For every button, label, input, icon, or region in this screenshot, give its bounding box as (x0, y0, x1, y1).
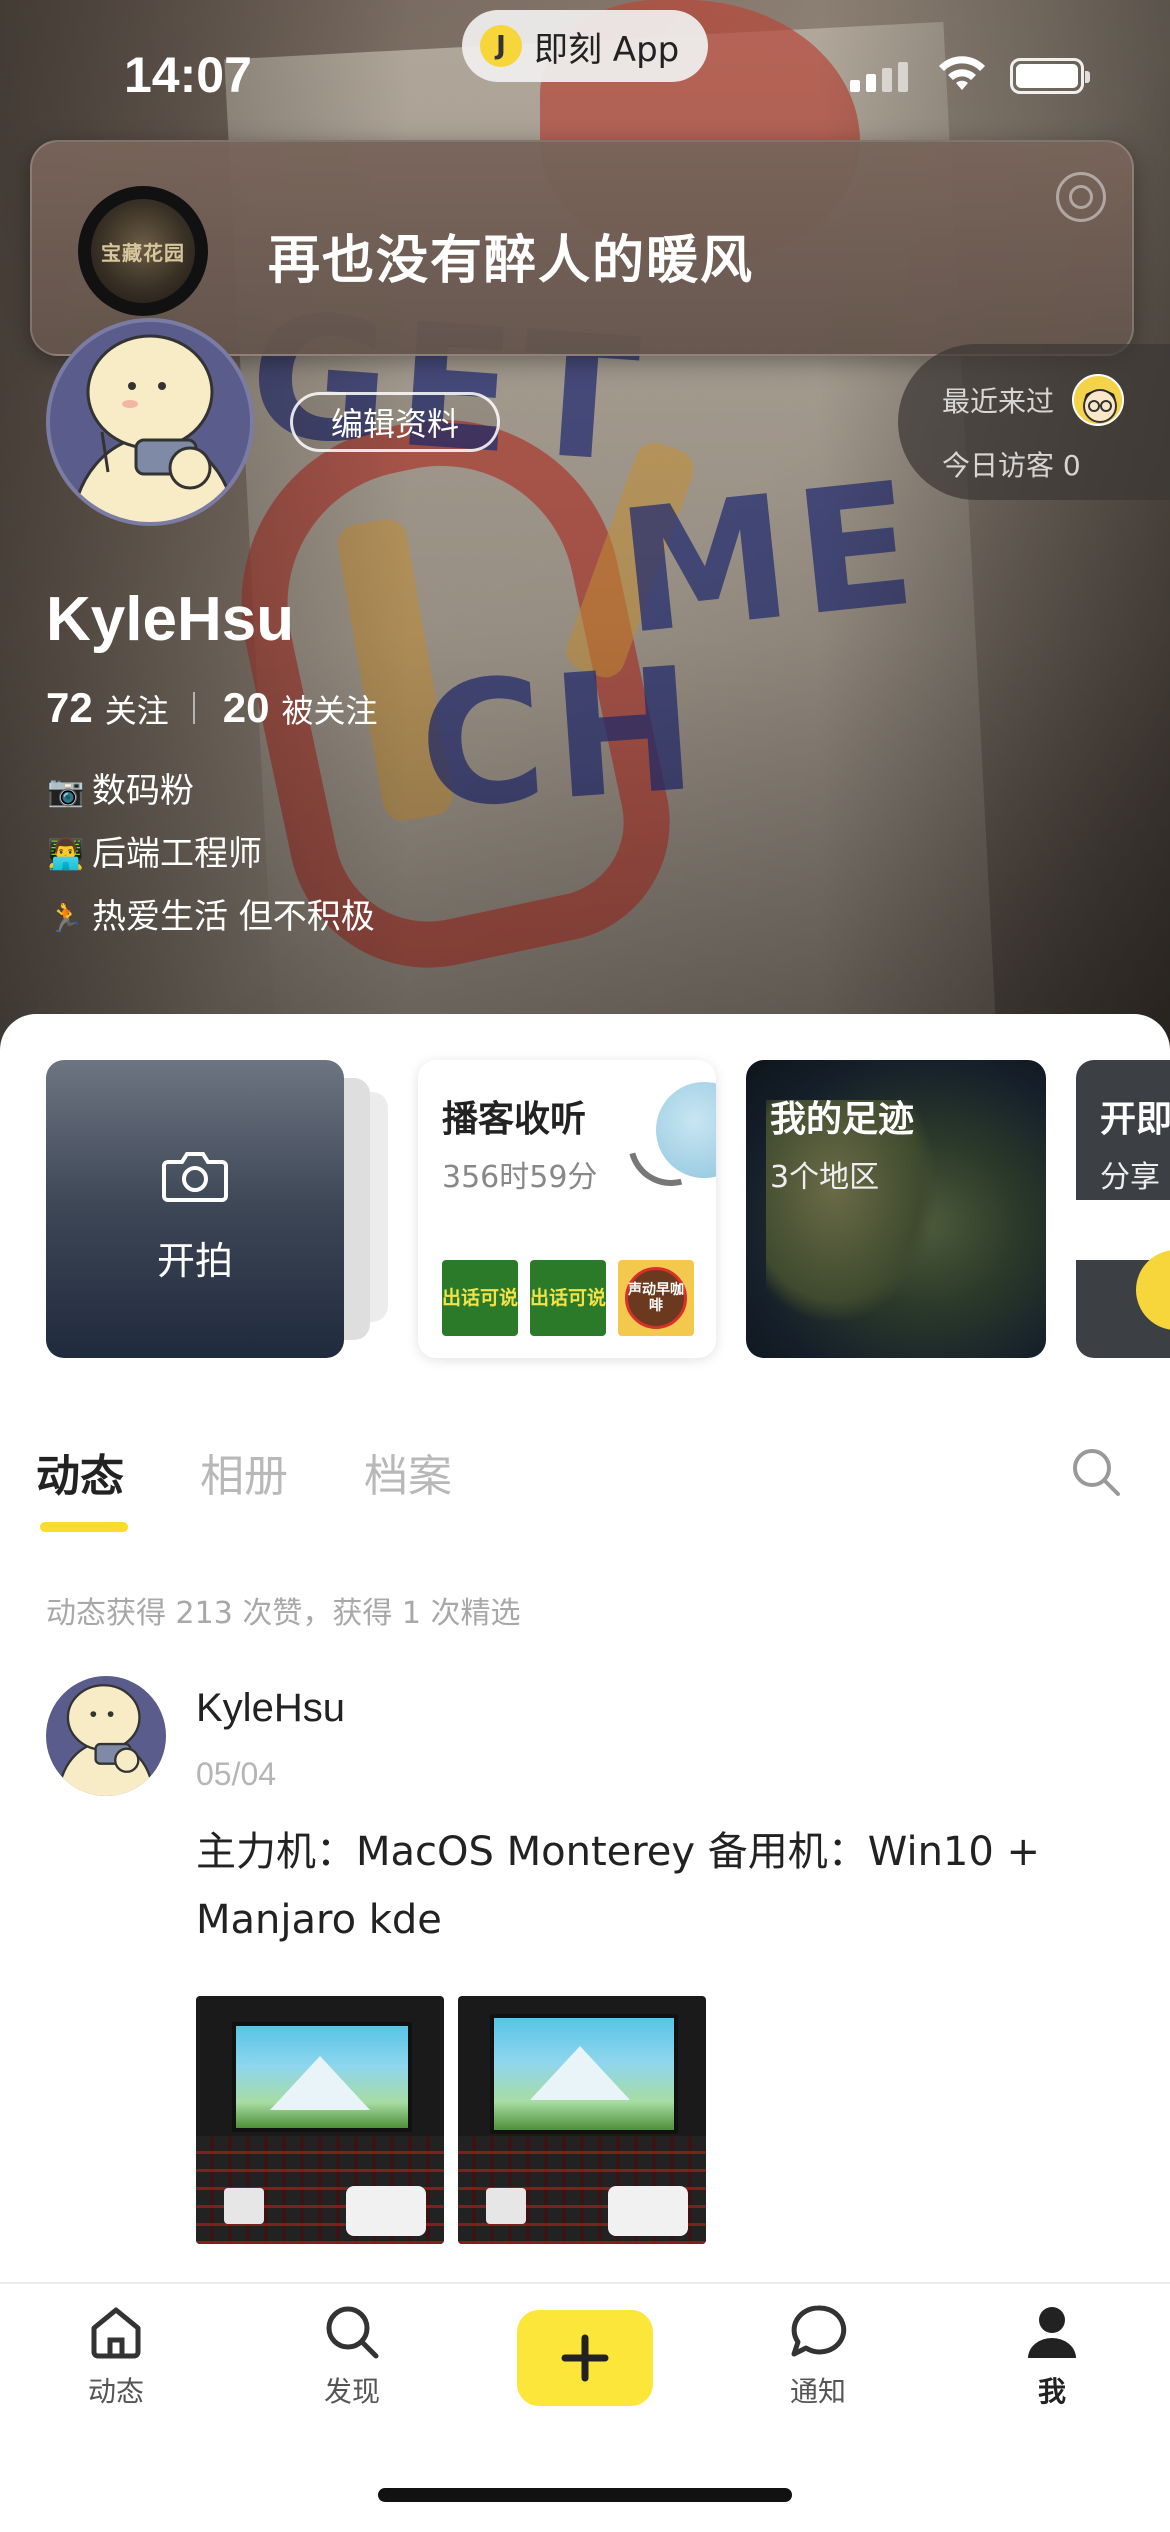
footprint-card-title: 我的足迹 (770, 1099, 915, 1140)
podcast-cover: 出话可说 (442, 1260, 518, 1336)
post-photo[interactable] (196, 1996, 444, 2244)
post-photo[interactable] (458, 1996, 706, 2244)
bio-text: 后端工程师 (92, 834, 262, 874)
home-indicator (378, 2488, 792, 2502)
profile-tabs: 动态 相册 档案 (36, 1440, 452, 1504)
nav-feed[interactable]: 动态 (46, 2300, 186, 2410)
post-date: 05/04 (196, 1756, 277, 1792)
nav-me[interactable]: 我 (982, 2300, 1122, 2410)
netease-music-icon[interactable] (1056, 172, 1106, 222)
partial-card-subtitle: 分享 (1100, 1160, 1160, 1195)
active-tab-indicator (40, 1522, 128, 1532)
camera-card[interactable]: 开拍 (46, 1060, 344, 1358)
runner-emoji-icon: 🏃 (47, 900, 85, 935)
follow-divider (192, 692, 195, 724)
partial-feature-card[interactable]: 开即 分享 (1076, 1060, 1170, 1358)
tab-album[interactable]: 相册 (200, 1440, 288, 1504)
search-icon[interactable] (1068, 1444, 1124, 1500)
partial-card-title: 开即 (1100, 1099, 1170, 1140)
app-pill-label: 即刻 App (534, 29, 680, 70)
status-time: 14:07 (124, 47, 252, 103)
tab-feed[interactable]: 动态 (36, 1440, 124, 1504)
technologist-emoji-icon: 👨‍💻 (47, 837, 85, 872)
status-bar: 14:07 J 即刻 App (0, 0, 1170, 140)
nav-notifications[interactable]: 通知 (748, 2300, 888, 2410)
visitors-panel[interactable]: 最近来过 今日访客 0 (898, 344, 1170, 500)
search-icon (326, 2306, 379, 2359)
likes-summary: 动态获得 213 次赞，获得 1 次精选 (46, 1596, 521, 1631)
avatar-character-icon (70, 334, 238, 522)
followers-label[interactable]: 被关注 (281, 686, 377, 732)
nav-me-label: 我 (1037, 2375, 1066, 2408)
nav-notifications-label: 通知 (789, 2375, 846, 2408)
card-sun-shape (1136, 1250, 1170, 1330)
card-illustration (1076, 1200, 1170, 1260)
person-icon (1028, 2307, 1076, 2358)
battery-icon (1010, 58, 1090, 94)
nav-feed-label: 动态 (87, 2375, 144, 2408)
podcast-cover: 出话可说 (530, 1260, 606, 1336)
profile-username: KyleHsu (46, 585, 295, 654)
camera-card-label: 开拍 (156, 1239, 233, 1283)
now-playing-banner[interactable]: 宝藏花园 再也没有醉人的暖风 (30, 140, 1134, 356)
bio-line: 🏃 热爱生活 但不积极 (46, 886, 375, 949)
profile-bio: 📷 数码粉 👨‍💻 后端工程师 🏃 热爱生活 但不积极 (46, 760, 375, 949)
album-disc: 宝藏花园 (78, 186, 208, 316)
podcast-listen-time: 356时59分 (442, 1160, 598, 1195)
podcast-card[interactable]: 播客收听 356时59分 出话可说 出话可说 声动早咖啡 (418, 1060, 716, 1358)
post-body-text: 主力机：MacOS Monterey 备用机：Win10 + Manjaro k… (196, 1829, 1041, 1943)
cellular-signal-icon (850, 62, 908, 92)
followers-count[interactable]: 20 (223, 684, 270, 732)
podcast-covers: 出话可说 出话可说 声动早咖啡 (442, 1260, 694, 1336)
camera-icon (162, 1152, 228, 1202)
nav-discover-label: 发现 (323, 2375, 380, 2408)
tab-archive[interactable]: 档案 (364, 1440, 452, 1504)
post-author-name[interactable]: KyleHsu (196, 1686, 345, 1731)
current-app-pill[interactable]: J 即刻 App (462, 10, 708, 82)
song-title: 再也没有醉人的暖风 (268, 231, 755, 291)
follow-stats: 72 关注 20 被关注 (46, 684, 401, 732)
bio-text: 热爱生活 但不积极 (92, 897, 375, 937)
create-post-button[interactable] (517, 2310, 653, 2406)
bio-line: 👨‍💻 后端工程师 (46, 823, 375, 886)
wifi-icon (939, 56, 985, 90)
home-icon (91, 2307, 141, 2359)
nav-discover[interactable]: 发现 (282, 2300, 422, 2410)
following-count[interactable]: 72 (46, 684, 93, 732)
today-visitors-count: 今日访客 0 (942, 449, 1081, 482)
recent-visitors-label: 最近来过 (942, 385, 1055, 418)
camera-emoji-icon: 📷 (47, 774, 85, 809)
plus-icon (561, 2334, 609, 2382)
bio-line: 📷 数码粉 (46, 760, 375, 823)
profile-avatar[interactable] (46, 318, 254, 526)
footprint-region-count: 3个地区 (770, 1160, 880, 1195)
chat-bubble-icon (791, 2305, 847, 2357)
podcast-cover: 声动早咖啡 (618, 1260, 694, 1336)
jike-logo-icon: J (480, 25, 522, 67)
post-author-avatar[interactable] (46, 1676, 166, 1796)
edit-profile-button[interactable]: 编辑资料 (290, 392, 500, 452)
podcast-card-title: 播客收听 (442, 1099, 587, 1140)
footprint-card[interactable]: 我的足迹 3个地区 (746, 1060, 1046, 1358)
recent-visitor-avatar[interactable] (1072, 374, 1125, 426)
album-art: 宝藏花园 (91, 199, 195, 303)
bio-text: 数码粉 (92, 771, 194, 811)
following-label[interactable]: 关注 (105, 686, 169, 732)
